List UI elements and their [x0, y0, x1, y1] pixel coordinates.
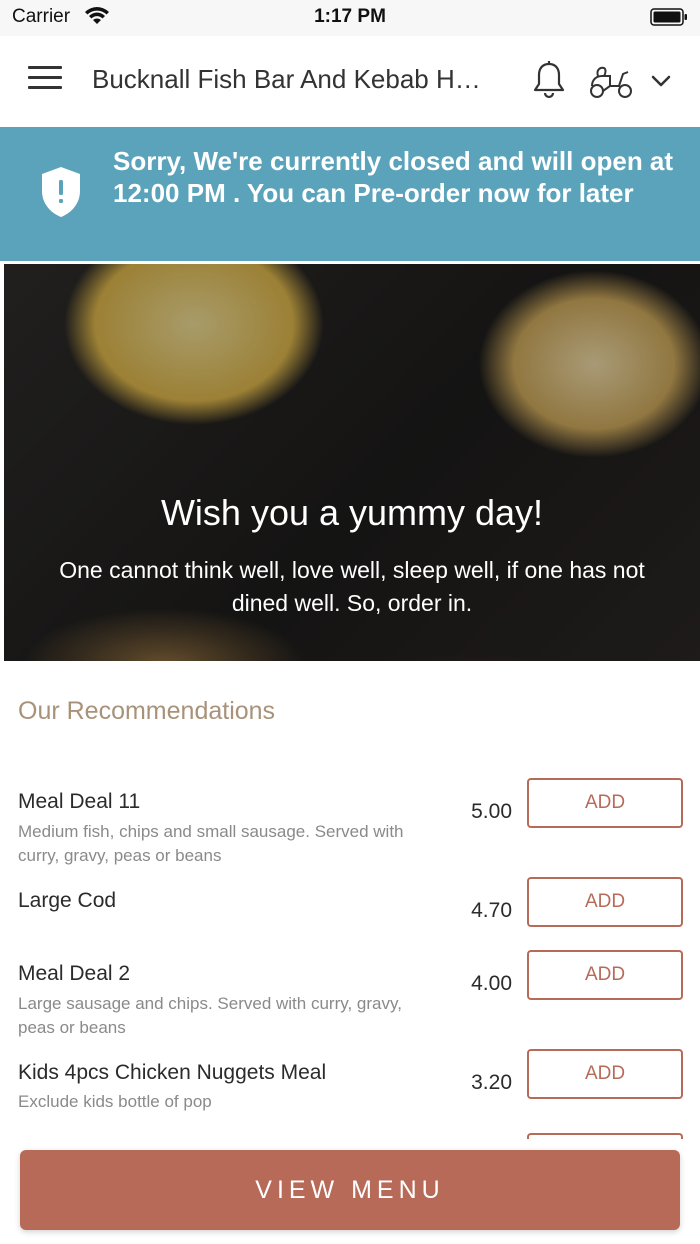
recommendations-title: Our Recommendations: [18, 697, 276, 725]
item-price: 4.00: [471, 972, 512, 995]
item-price: 5.00: [471, 800, 512, 823]
hero-subtitle: One cannot think well, love well, sleep …: [59, 557, 645, 616]
shield-alert-icon: [42, 167, 80, 217]
app-header: Bucknall Fish Bar And Kebab House: [0, 36, 700, 127]
restaurant-title: Bucknall Fish Bar And Kebab House: [92, 64, 492, 94]
view-menu-button[interactable]: VIEW MENU: [20, 1150, 680, 1230]
chevron-down-icon[interactable]: [648, 68, 674, 94]
item-name: Large Cod: [18, 889, 117, 912]
status-bar: Carrier 1:17 PM: [0, 0, 700, 36]
hero-banner: Wish you a yummy day! One cannot think w…: [4, 264, 700, 661]
battery-icon: [650, 8, 687, 26]
closed-notice-banner: Sorry, We're currently closed and will o…: [0, 127, 700, 261]
scooter-delivery-icon[interactable]: [588, 64, 634, 100]
item-name: Meal Deal 11: [18, 790, 141, 813]
item-name: Kids 4pcs Chicken Nuggets Meal: [18, 1061, 327, 1084]
closed-notice-text: Sorry, We're currently closed and will o…: [113, 146, 674, 208]
add-button[interactable]: ADD: [527, 877, 683, 927]
add-button[interactable]: ADD: [527, 950, 683, 1000]
hero-title: Wish you a yummy day!: [160, 492, 544, 533]
item-name: Meal Deal 2: [18, 962, 131, 985]
status-time: 1:17 PM: [314, 6, 386, 27]
hamburger-menu-icon[interactable]: [28, 66, 62, 94]
add-button-partial[interactable]: [527, 1133, 683, 1139]
item-price: 4.70: [471, 899, 512, 922]
bell-icon[interactable]: [530, 60, 568, 100]
add-button[interactable]: ADD: [527, 1049, 683, 1099]
item-description: Large sausage and chips. Served with cur…: [18, 994, 402, 1037]
item-description: Exclude kids bottle of pop: [18, 1092, 212, 1111]
item-price: 3.20: [471, 1071, 512, 1094]
add-button[interactable]: ADD: [527, 778, 683, 828]
item-description: Medium fish, chips and small sausage. Se…: [18, 822, 404, 865]
